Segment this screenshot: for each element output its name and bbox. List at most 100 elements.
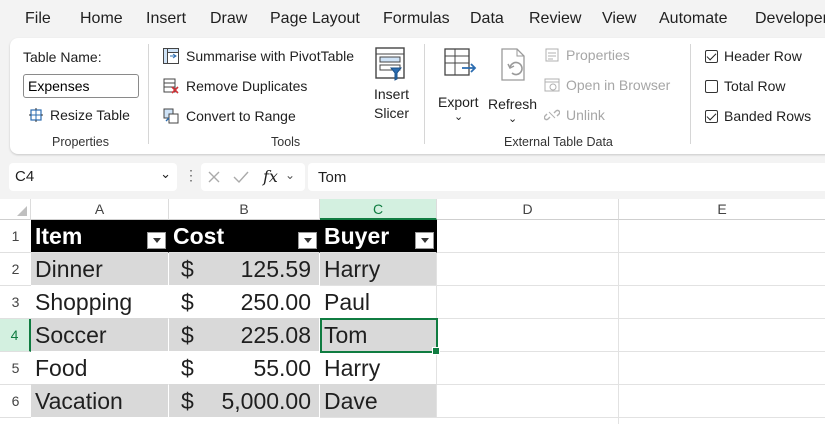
resize-table-label: Resize Table [50,107,130,123]
cell-b2[interactable]: $ 125.59 [169,253,320,286]
insert-function-icon[interactable]: fx [263,167,278,186]
cell-c5[interactable]: Harry [320,352,437,385]
cell-a6[interactable]: Vacation [31,385,169,418]
filter-dropdown-icon[interactable] [147,232,166,249]
menu-home[interactable]: Home [80,10,123,28]
menu-formulas[interactable]: Formulas [383,10,450,28]
row-header-2[interactable]: 2 [0,253,31,286]
table-header-cost[interactable]: Cost [169,220,320,253]
ribbon-table-design: Table Name: Resize Table Properties Summ… [10,38,825,154]
column-divider [618,220,619,424]
currency-symbol: $ [181,322,194,348]
select-all-triangle-icon [17,206,27,216]
unlink-icon [544,109,560,121]
formula-bar: C4 ⌄ ⋮ fx ⌄ Tom [0,160,825,194]
column-header-d[interactable]: D [437,199,619,220]
table-name-input[interactable] [23,74,139,98]
summarise-pivottable-label: Summarise with PivotTable [186,48,355,64]
unlink-button[interactable]: Unlink [544,107,605,123]
cell-b4[interactable]: $ 225.08 [169,319,320,352]
cell-b3[interactable]: $ 250.00 [169,286,320,319]
menu-review[interactable]: Review [529,10,581,28]
insert-slicer-label-line1: Insert [374,86,410,102]
refresh-chevron-icon: ⌄ [508,113,518,125]
table-header-cost-label: Cost [173,223,225,249]
table-header-item[interactable]: Item [31,220,169,253]
cell-a5[interactable]: Food [31,352,169,385]
cell-c2[interactable]: Harry [320,253,437,286]
cost-value: 225.08 [240,322,311,348]
cancel-icon[interactable] [207,170,221,184]
row-header-1[interactable]: 1 [0,220,31,253]
total-row-label: Total Row [724,78,786,94]
table-name-label: Table Name: [23,49,102,65]
menu-data[interactable]: Data [470,10,504,28]
cell-c3[interactable]: Paul [320,286,437,319]
row-header-3[interactable]: 3 [0,286,31,319]
export-chevron-icon: ⌄ [454,111,464,123]
empty-grid-area[interactable] [437,220,825,424]
properties-button[interactable]: Properties [544,47,630,63]
resize-table-button[interactable]: Resize Table [28,107,130,123]
cost-value: 5,000.00 [221,388,311,414]
export-button[interactable]: Export ⌄ [436,46,484,126]
filter-dropdown-icon[interactable] [298,232,317,249]
menu-developer[interactable]: Developer [755,10,825,28]
enter-check-icon[interactable] [233,170,249,184]
menu-draw[interactable]: Draw [210,10,247,28]
resize-table-icon [29,108,43,122]
table-header-buyer-label: Buyer [324,223,390,249]
export-label: Export [438,94,479,110]
menu-view[interactable]: View [602,10,636,28]
row-header-5[interactable]: 5 [0,352,31,385]
fx-chevron-icon[interactable]: ⌄ [285,168,295,182]
remove-duplicates-button[interactable]: Remove Duplicates [162,77,307,95]
formula-bar-drag-handle-icon[interactable]: ⋮ [184,167,198,184]
cell-a4[interactable]: Soccer [31,319,169,352]
name-box-value: C4 [15,168,35,185]
refresh-button[interactable]: Refresh ⌄ [486,46,542,126]
column-header-b[interactable]: B [169,199,320,220]
cell-a2[interactable]: Dinner [31,253,169,286]
filter-dropdown-icon[interactable] [415,232,434,249]
worksheet-grid[interactable]: A B C D E 1 2 3 4 5 6 Item Cost Buyer Di… [0,199,825,424]
pivottable-icon [163,48,179,64]
column-header-e[interactable]: E [619,199,825,220]
menu-automate[interactable]: Automate [659,10,727,28]
name-box[interactable]: C4 ⌄ [9,163,177,191]
group-separator [424,44,425,144]
row-header-4[interactable]: 4 [0,319,31,352]
menu-file[interactable]: File [25,10,51,28]
cell-c4[interactable]: Tom [320,319,437,352]
cell-b6[interactable]: $ 5,000.00 [169,385,320,418]
row-header-6[interactable]: 6 [0,385,31,418]
summarise-pivottable-button[interactable]: Summarise with PivotTable [162,47,354,65]
group-label-tools: Tools [271,135,301,149]
menu-page-layout[interactable]: Page Layout [270,10,360,28]
cost-value: 250.00 [240,289,311,315]
properties-label: Properties [566,47,630,63]
group-label-external-table-data: External Table Data [504,135,613,149]
menu-insert[interactable]: Insert [146,10,186,28]
cell-a3[interactable]: Shopping [31,286,169,319]
total-row-checkbox[interactable]: Total Row [705,78,785,94]
cell-c6[interactable]: Dave [320,385,437,418]
formula-input[interactable]: Tom [308,163,825,191]
open-in-browser-button[interactable]: Open in Browser [544,77,670,93]
cost-value: 125.59 [240,256,311,282]
select-all-corner[interactable] [0,199,31,220]
cell-b5[interactable]: $ 55.00 [169,352,320,385]
group-label-properties: Properties [52,135,109,149]
convert-to-range-button[interactable]: Convert to Range [162,107,296,125]
name-box-chevron-icon[interactable]: ⌄ [160,166,171,182]
column-header-c[interactable]: C [320,199,437,220]
column-header-a[interactable]: A [31,199,169,220]
table-header-buyer[interactable]: Buyer [320,220,437,253]
open-in-browser-icon [544,78,560,92]
header-row-checkbox[interactable]: Header Row [705,48,802,64]
refresh-icon [501,48,525,81]
currency-symbol: $ [181,256,194,282]
insert-slicer-button[interactable]: Insert Slicer [370,46,416,126]
remove-duplicates-icon [163,78,179,94]
banded-rows-checkbox[interactable]: Banded Rows [705,108,811,124]
